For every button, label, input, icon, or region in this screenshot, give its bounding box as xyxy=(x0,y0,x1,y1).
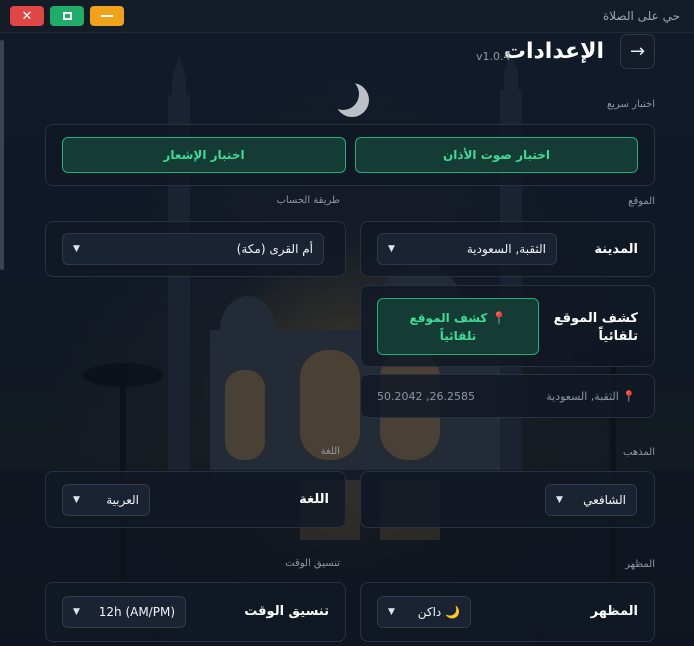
city-label: المدينة xyxy=(594,242,638,257)
chevron-down-icon: ▼ xyxy=(73,607,80,617)
calc-method-select[interactable]: ▼ أم القرى (مكة) xyxy=(62,233,324,265)
app-title: حي على الصلاة xyxy=(602,9,680,23)
maximize-icon xyxy=(62,12,72,20)
chevron-down-icon: ▼ xyxy=(73,495,80,505)
detected-place: 📍 الثقبة, السعودية xyxy=(546,390,636,403)
appearance-select[interactable]: ▼ 🌙 داكن xyxy=(377,596,471,628)
close-button[interactable]: ✕ xyxy=(10,6,44,26)
auto-detect-panel: كشف الموقع تلقائياً 📍 كشف الموقع تلقائيا… xyxy=(360,285,655,367)
madhab-select[interactable]: ▼ الشافعي xyxy=(545,484,637,516)
close-icon: ✕ xyxy=(21,8,33,24)
location-section-label: الموقع xyxy=(628,196,655,207)
madhab-panel: ▼ الشافعي xyxy=(360,471,655,528)
appearance-value: 🌙 داكن xyxy=(417,605,460,619)
city-select[interactable]: ▼ الثقبة, السعودية xyxy=(377,233,557,265)
test-notification-button[interactable]: اختبار الإشعار xyxy=(62,137,346,173)
chevron-down-icon: ▼ xyxy=(388,244,395,254)
appearance-section-label: المظهر xyxy=(625,559,655,570)
time-format-select[interactable]: ▼ 12h (AM/PM) xyxy=(62,596,186,628)
calc-method-section-label: طريقة الحساب xyxy=(276,195,340,206)
time-format-panel: تنسيق الوقت ▼ 12h (AM/PM) xyxy=(45,582,346,642)
auto-detect-button[interactable]: 📍 كشف الموقع تلقائياً xyxy=(377,298,539,355)
auto-detect-label: كشف الموقع تلقائياً xyxy=(553,311,638,344)
language-section-label: اللغة xyxy=(320,446,340,457)
chevron-down-icon: ▼ xyxy=(556,495,563,505)
time-format-label: تنسيق الوقت xyxy=(244,604,329,619)
minimize-icon xyxy=(101,15,113,17)
chevron-down-icon: ▼ xyxy=(73,244,80,254)
test-adhan-button[interactable]: اختبار صوت الأذان xyxy=(355,137,638,173)
language-value: العربية xyxy=(106,493,139,507)
time-format-section-label: تنسيق الوقت xyxy=(285,558,340,569)
maximize-button[interactable] xyxy=(50,6,84,26)
scrollbar[interactable] xyxy=(0,40,4,270)
calc-method-panel: ▼ أم القرى (مكة) xyxy=(45,221,346,277)
language-panel: اللغة ▼ العربية xyxy=(45,471,346,528)
minimize-button[interactable] xyxy=(90,6,124,26)
chevron-down-icon: ▼ xyxy=(388,607,395,617)
quick-test-section-label: اختبار سريع xyxy=(606,99,655,110)
appearance-panel: المظهر ▼ 🌙 داكن xyxy=(360,582,655,642)
coordinates: 26.2585, 50.2042 xyxy=(377,390,475,403)
detected-location-panel: 📍 الثقبة, السعودية 26.2585, 50.2042 xyxy=(360,374,655,418)
title-bar: ✕ حي على الصلاة xyxy=(0,0,694,33)
madhab-value: الشافعي xyxy=(583,493,626,507)
page-title: الإعدادات xyxy=(503,39,604,64)
calc-method-value: أم القرى (مكة) xyxy=(236,242,313,256)
language-label: اللغة xyxy=(299,492,329,507)
back-button[interactable]: → xyxy=(620,34,655,69)
madhab-section-label: المذهب xyxy=(623,447,655,458)
city-panel: المدينة ▼ الثقبة, السعودية xyxy=(360,221,655,277)
city-value: الثقبة, السعودية xyxy=(466,242,546,256)
arrow-right-icon: → xyxy=(629,41,646,62)
language-select[interactable]: ▼ العربية xyxy=(62,484,150,516)
quick-test-panel: اختبار صوت الأذان اختبار الإشعار xyxy=(45,124,655,186)
version-label: v1.0.4 xyxy=(476,50,511,63)
time-format-value: 12h (AM/PM) xyxy=(98,605,175,619)
appearance-label: المظهر xyxy=(590,604,638,619)
